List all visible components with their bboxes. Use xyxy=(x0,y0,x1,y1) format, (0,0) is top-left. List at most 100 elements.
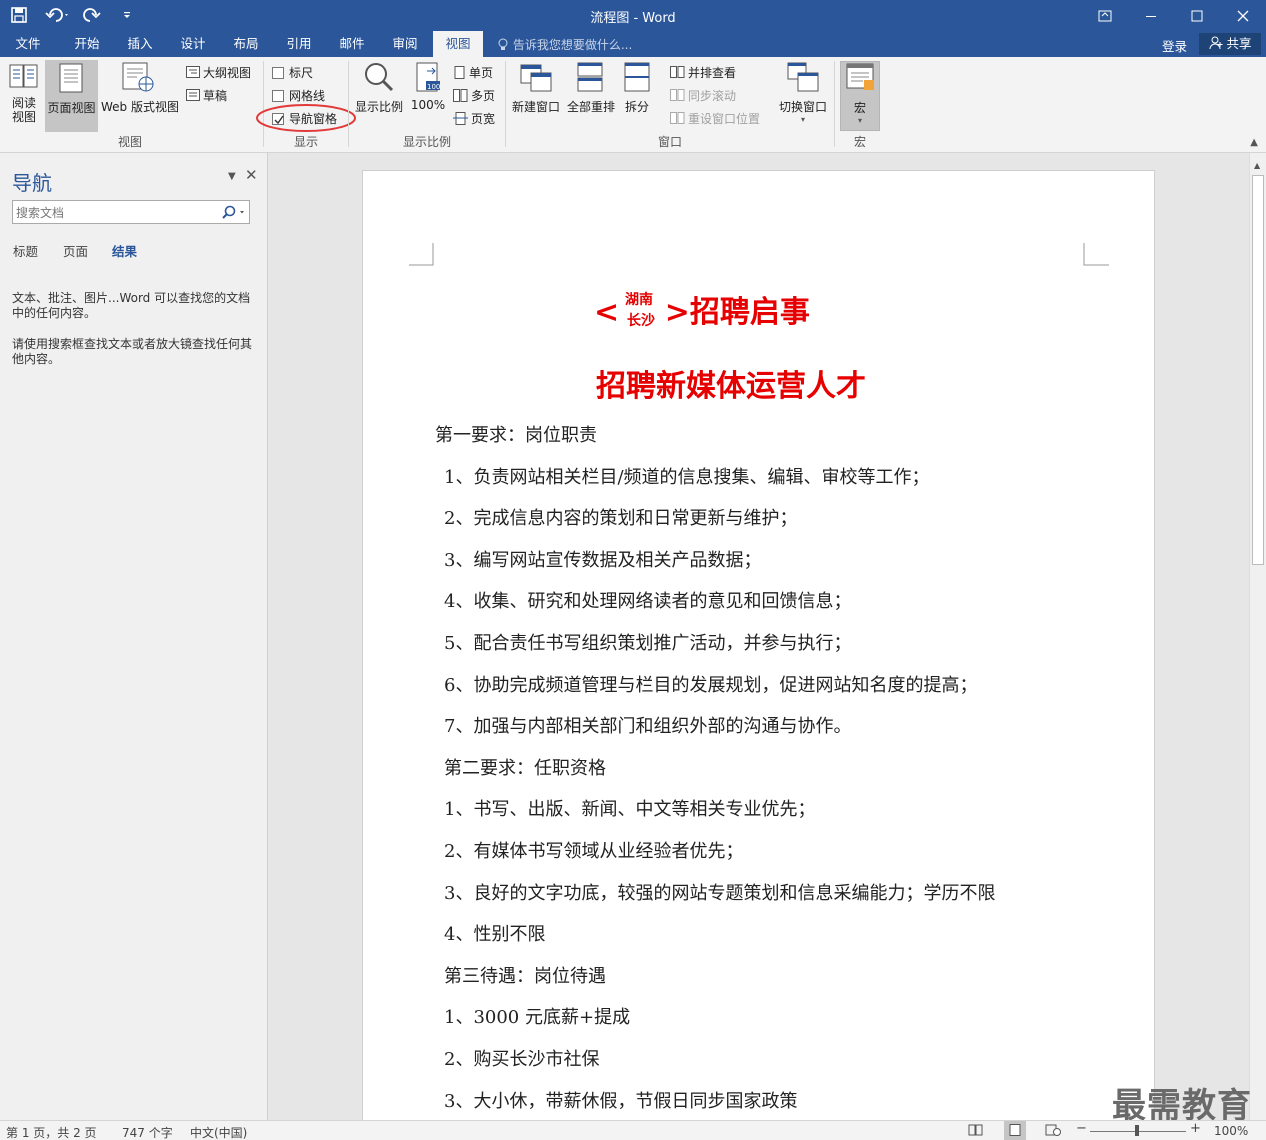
zoom-in-button[interactable]: + xyxy=(1190,1121,1201,1136)
document-area[interactable]: < 湖南 长沙 >招聘启事 招聘新媒体运营人才 第一要求：岗位职责 1、负责网站… xyxy=(269,153,1249,1120)
status-bar: 第 1 页，共 2 页 747 个字 中文(中国) − + 100% xyxy=(0,1120,1266,1140)
pane-options-icon[interactable]: ▼ xyxy=(228,171,236,182)
close-pane-icon[interactable]: ✕ xyxy=(245,166,258,184)
web-layout-status-icon[interactable] xyxy=(1045,1124,1061,1139)
outline-button[interactable]: 大纲视图 xyxy=(186,64,251,81)
new-window-button[interactable]: 新建窗口 xyxy=(509,61,563,131)
minimize-button[interactable] xyxy=(1128,0,1174,31)
tab-review[interactable]: 审阅 xyxy=(379,31,431,57)
zoom-button[interactable]: 显示比例 xyxy=(353,61,405,131)
doc-paragraph: 3、大小休，带薪休假，节假日同步国家政策 xyxy=(444,1091,798,1112)
macros-button[interactable]: 宏 ▾ xyxy=(840,61,880,131)
read-mode-button[interactable]: 阅读 视图 xyxy=(4,61,44,131)
reset-window-position-button[interactable]: 重设窗口位置 xyxy=(670,110,760,127)
doc-paragraph: 1、负责网站相关栏目/频道的信息搜集、编辑、审校等工作； xyxy=(444,467,930,488)
document-page[interactable]: < 湖南 长沙 >招聘启事 招聘新媒体运营人才 第一要求：岗位职责 1、负责网站… xyxy=(362,170,1155,1120)
doc-paragraph: 2、有媒体书写领域从业经验者优先； xyxy=(444,841,744,862)
vertical-scrollbar[interactable]: ▲ xyxy=(1249,153,1266,1120)
title-bar: 流程图 - Word xyxy=(0,0,1266,31)
gridlines-label: 网格线 xyxy=(289,89,326,103)
document-subtitle: 招聘新媒体运营人才 xyxy=(596,369,866,404)
tab-view[interactable]: 视图 xyxy=(433,31,483,57)
multiple-pages-button[interactable]: 多页 xyxy=(453,87,495,104)
draft-icon xyxy=(186,89,200,101)
doc-paragraph: 3、编写网站宣传数据及相关产品数据； xyxy=(444,550,762,571)
navigation-pane: 导航 ▼ ✕ 搜索文档 标题 页面 结果 文本、批注、图片...Word 可以查… xyxy=(0,153,268,1120)
arrange-all-icon xyxy=(577,62,603,92)
print-layout-status-icon[interactable] xyxy=(1004,1121,1026,1140)
scrollbar-thumb[interactable] xyxy=(1252,175,1264,565)
draft-button[interactable]: 草稿 xyxy=(186,87,227,104)
print-layout-button[interactable]: 页面视图 xyxy=(45,60,98,132)
scroll-up-icon[interactable]: ▲ xyxy=(1254,161,1260,170)
tab-design[interactable]: 设计 xyxy=(167,31,219,57)
tab-file[interactable]: 文件 xyxy=(0,31,56,57)
svg-text:100: 100 xyxy=(427,83,440,91)
web-layout-button[interactable]: Web 版式视图 xyxy=(99,61,181,131)
tab-insert[interactable]: 插入 xyxy=(114,31,166,57)
ruler-checkbox[interactable]: 标尺 xyxy=(272,64,313,81)
web-layout-icon xyxy=(122,62,154,92)
group-separator xyxy=(834,61,835,147)
macro-icon xyxy=(846,63,874,90)
tab-references[interactable]: 引用 xyxy=(273,31,325,57)
collapse-ribbon-icon[interactable]: ▲ xyxy=(1250,137,1258,148)
read-mode-status-icon[interactable] xyxy=(968,1124,984,1139)
arrange-all-button[interactable]: 全部重排 xyxy=(564,61,618,131)
ribbon: 阅读 视图 页面视图 Web 版式视图 大纲视图 草稿 视图 标尺 网格线 导航窗… xyxy=(0,57,1266,153)
nav-search-placeholder: 搜索文档 xyxy=(16,206,65,220)
share-button[interactable]: 共享 xyxy=(1199,33,1261,55)
zoom-slider-thumb[interactable] xyxy=(1135,1125,1139,1136)
split-icon xyxy=(624,62,650,92)
one-page-label: 单页 xyxy=(469,66,494,80)
group-label-zoom: 显示比例 xyxy=(402,135,451,149)
close-button[interactable] xyxy=(1220,0,1266,31)
page-width-button[interactable]: 页宽 xyxy=(453,110,495,127)
arrange-all-label: 全部重排 xyxy=(566,100,615,114)
one-page-button[interactable]: 单页 xyxy=(453,64,493,81)
outline-label: 大纲视图 xyxy=(203,66,252,80)
reset-window-icon xyxy=(670,112,685,124)
tab-mailings[interactable]: 邮件 xyxy=(326,31,378,57)
nav-tab-pages[interactable]: 页面 xyxy=(63,241,88,260)
view-side-by-side-button[interactable]: 并排查看 xyxy=(670,64,736,81)
word-count[interactable]: 747 个字 xyxy=(122,1124,173,1140)
nav-search-input[interactable]: 搜索文档 xyxy=(12,200,250,224)
tell-me-search[interactable]: 告诉我您想要做什么... xyxy=(497,36,632,53)
search-icon[interactable] xyxy=(222,205,246,219)
ribbon-tab-bar: 文件 开始 插入 设计 布局 引用 邮件 审阅 视图 告诉我您想要做什么... … xyxy=(0,31,1266,57)
ruler-checkbox-box xyxy=(272,67,284,79)
zoom-label: 显示比例 xyxy=(354,100,403,114)
doc-paragraph: 第一要求：岗位职责 xyxy=(435,425,597,446)
zoom-100-button[interactable]: 100 100% xyxy=(408,61,448,131)
zoom-100-label: 100% xyxy=(410,98,446,112)
doc-paragraph: 1、3000 元底薪+提成 xyxy=(444,1007,631,1028)
tab-layout[interactable]: 布局 xyxy=(220,31,272,57)
title-bottom-chars: 长沙 xyxy=(626,313,655,329)
sync-scroll-icon xyxy=(670,89,685,101)
switch-windows-icon xyxy=(787,62,819,92)
ruler-label: 标尺 xyxy=(289,66,314,80)
zoom-out-button[interactable]: − xyxy=(1076,1121,1087,1136)
doc-paragraph: 6、协助完成频道管理与栏目的发展规划，促进网站知名度的提高； xyxy=(444,675,978,696)
zoom-level[interactable]: 100% xyxy=(1214,1124,1248,1138)
title-top-chars: 湖南 xyxy=(624,292,653,308)
margin-corner-mark xyxy=(409,243,434,266)
maximize-button[interactable] xyxy=(1174,0,1220,31)
group-label-show: 显示 xyxy=(293,135,318,149)
ribbon-display-options-icon[interactable] xyxy=(1082,0,1128,31)
switch-windows-label: 切换窗口 xyxy=(778,100,827,114)
nav-tab-headings[interactable]: 标题 xyxy=(13,241,38,260)
synchronous-scrolling-button[interactable]: 同步滚动 xyxy=(670,87,736,104)
page-count[interactable]: 第 1 页，共 2 页 xyxy=(6,1124,97,1140)
login-link[interactable]: 登录 xyxy=(1162,36,1187,55)
split-button[interactable]: 拆分 xyxy=(619,61,655,131)
tab-home[interactable]: 开始 xyxy=(61,31,113,57)
language-status[interactable]: 中文(中国) xyxy=(190,1124,247,1140)
doc-paragraph: 4、性别不限 xyxy=(444,924,546,945)
nav-tab-results[interactable]: 结果 xyxy=(112,241,137,260)
gridlines-checkbox[interactable]: 网格线 xyxy=(272,87,325,104)
side-by-side-icon xyxy=(670,66,685,78)
switch-windows-button[interactable]: 切换窗口 ▾ xyxy=(776,61,830,131)
print-layout-label: 页面视图 xyxy=(47,101,96,115)
